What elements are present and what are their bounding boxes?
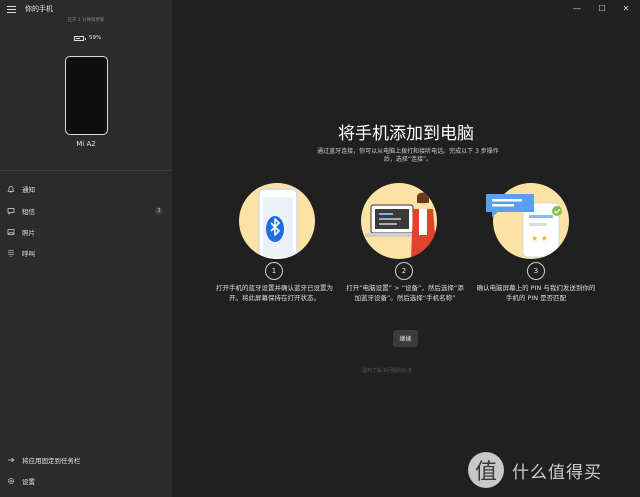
sidebar-item-label: 呼叫 [22,250,35,258]
step-3-number: 3 [527,262,545,280]
battery-status: 59% [74,35,101,41]
battery-percent: 59% [89,35,102,41]
step-2-text: 打开“电脑设置” > “设备”，然后选择“添加蓝牙设备”。然后选择“手机名称” [346,284,464,302]
maximize-button[interactable]: ☐ [597,4,607,13]
sidebar-divider [0,170,172,171]
sidebar-item-photos[interactable]: 照片 [0,223,172,241]
message-icon [7,207,15,215]
page-description: 通过蓝牙连接，你可以从电脑上拨打和接听电话。完成以下 3 步操作后，选择“连接”… [317,148,499,163]
pin-icon [7,456,15,464]
person-laptop-illustration [361,183,437,259]
battery-icon [74,35,86,41]
watermark: 值 什么值得买 [464,450,640,490]
sidebar-item-notifications[interactable]: 通知 [0,180,172,198]
bell-icon [7,185,15,193]
step-2-number: 2 [395,262,413,280]
sidebar-item-label: 通知 [22,186,35,194]
hamburger-menu-icon[interactable] [7,6,16,14]
gear-icon [7,477,15,485]
phone-name: Mi A2 [76,140,96,148]
page-title: 将手机添加到电脑 [338,124,474,144]
help-link[interactable]: 遇到了解决问题的办法 [362,367,412,374]
continue-button[interactable]: 继续 [393,330,418,347]
sidebar-item-label: 照片 [22,229,35,237]
svg-text:★ ★: ★ ★ [531,234,548,243]
step-1-number: 1 [265,262,283,280]
sidebar-item-calls[interactable]: 呼叫 [0,244,172,262]
phone-image [65,56,108,135]
step-1-text: 打开手机的蓝牙设置并确认蓝牙已设置为开。将此屏幕保持在打开状态。 [216,284,333,302]
photo-icon [7,228,15,236]
watermark-text: 什么值得买 [512,462,602,483]
sidebar-item-label: 短信 [22,208,35,216]
bluetooth-phone-illustration [239,183,315,259]
settings-label: 设置 [22,478,35,486]
watermark-logo-icon: 值 [468,452,504,488]
minimize-button[interactable]: — [572,4,582,13]
pin-to-taskbar-label: 将应用固定到任务栏 [22,457,81,465]
message-count-badge: 3 [155,207,163,215]
pin-to-taskbar-button[interactable]: 将应用固定到任务栏 [0,451,172,469]
step-3-text: 确认电脑屏幕上的 PIN 与我们发送到你的手机的 PIN 是否匹配 [476,284,596,302]
chat-bubble-illustration [484,192,536,218]
connection-status: 已于 1 分钟前更新 [67,18,105,23]
sidebar: 你的手机 已于 1 分钟前更新 59% Mi A2 通知 短信 3 照片 呼叫 [0,0,172,497]
sidebar-item-messages[interactable]: 短信 3 [0,202,172,220]
dialpad-icon [7,249,15,257]
close-button[interactable]: ✕ [621,4,631,13]
settings-button[interactable]: 设置 [0,472,172,490]
app-title: 你的手机 [25,5,53,13]
